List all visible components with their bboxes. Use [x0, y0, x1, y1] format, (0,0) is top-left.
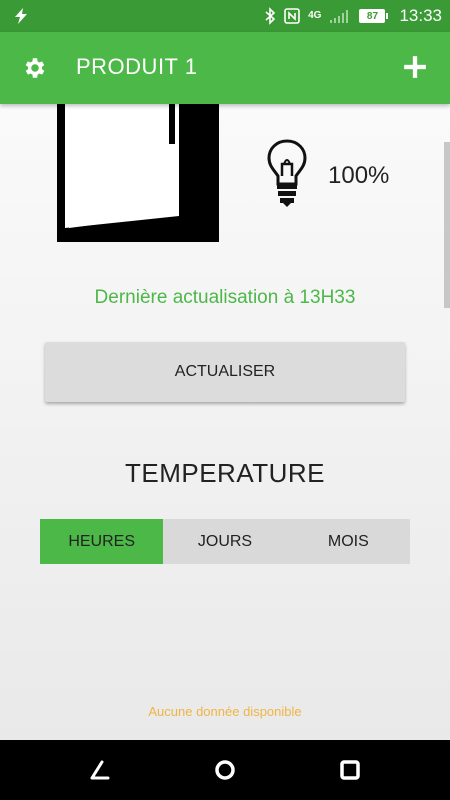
status-bar: 4G 87 13:33	[0, 0, 450, 32]
empty-message: Aucune donnée disponible	[148, 704, 302, 719]
tab-days-label: JOURS	[197, 532, 253, 550]
home-icon[interactable]	[213, 758, 237, 782]
nfc-icon	[284, 8, 300, 24]
temperature-title: TEMPERATURE	[124, 458, 326, 488]
back-icon[interactable]	[88, 758, 112, 782]
light-bulb-icon	[267, 139, 307, 207]
product-content[interactable]: 100% Dernière actualisation à 13H33 ACTU…	[0, 104, 450, 740]
flash-icon	[15, 8, 27, 24]
battery-level: 87	[366, 10, 379, 22]
light-intensity: 100%	[328, 162, 390, 189]
gear-icon[interactable]	[22, 55, 48, 81]
plus-icon[interactable]	[402, 54, 428, 80]
status-time: 13:33	[399, 6, 442, 25]
refresh-button-label: ACTUALISER	[174, 363, 276, 380]
refresh-button[interactable]: ACTUALISER	[45, 342, 405, 402]
tab-hours[interactable]: HEURES	[40, 519, 164, 564]
recents-icon[interactable]	[338, 758, 362, 782]
tab-months-label: MOIS	[327, 532, 369, 550]
bluetooth-icon	[265, 7, 276, 25]
app-toolbar: PRODUIT 1	[0, 32, 450, 104]
signal-icon	[330, 10, 349, 23]
period-tabs: HEURES JOURS MOIS	[40, 519, 410, 564]
open-window-icon	[57, 104, 219, 242]
last-update-text: Dernière actualisation à 13H33	[94, 287, 356, 308]
scrollbar[interactable]	[444, 142, 450, 308]
network-type: 4G	[308, 10, 322, 21]
battery-icon: 87	[359, 9, 389, 23]
tab-hours-label: HEURES	[68, 532, 135, 550]
tab-days[interactable]: JOURS	[163, 519, 286, 564]
system-nav-bar	[0, 740, 450, 800]
page-title: PRODUIT 1	[76, 54, 198, 79]
tab-months[interactable]: MOIS	[287, 519, 410, 564]
